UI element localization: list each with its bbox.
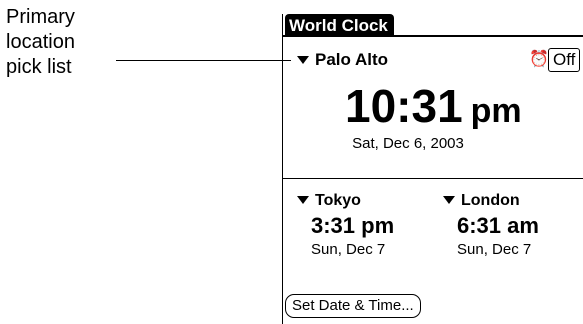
dropdown-triangle-icon xyxy=(297,195,309,204)
divider xyxy=(283,178,583,179)
secondary-time: 6:31 am xyxy=(457,213,539,238)
app-title: World Clock xyxy=(285,14,394,37)
primary-location-pick-list[interactable]: Palo Alto xyxy=(297,49,388,71)
primary-ampm: pm xyxy=(470,92,522,130)
dropdown-triangle-icon xyxy=(297,55,309,64)
callout-leader-line xyxy=(116,60,291,61)
primary-time-value: 10:31 xyxy=(345,80,463,132)
secondary-time: 3:31 pm xyxy=(311,213,395,238)
title-rule xyxy=(283,35,583,37)
callout-line: pick list xyxy=(6,56,72,78)
callout-line: location xyxy=(6,31,75,53)
primary-city-label: Palo Alto xyxy=(315,50,389,69)
world-clock-screen: World Clock Palo Alto ⏰ Off 10:31 pm Sat,… xyxy=(282,14,583,324)
secondary-location-tokyo: Tokyo 3:31 pm Sun, Dec 7 xyxy=(297,190,394,260)
dropdown-triangle-icon xyxy=(443,195,455,204)
secondary-date: Sun, Dec 7 xyxy=(311,241,386,258)
title-bar: World Clock xyxy=(283,14,583,37)
set-date-time-button[interactable]: Set Date & Time... xyxy=(285,294,421,318)
callout-line: Primary xyxy=(6,6,75,28)
primary-time: 10:31 pm xyxy=(345,80,522,132)
alarm-clock-icon: ⏰ xyxy=(529,51,549,68)
secondary-city-label: London xyxy=(461,192,520,209)
alarm-toggle[interactable]: Off xyxy=(548,48,581,72)
secondary-location-london: London 6:31 am Sun, Dec 7 xyxy=(443,190,539,260)
secondary-date: Sun, Dec 7 xyxy=(457,241,532,258)
secondary-location-pick-list[interactable]: London xyxy=(443,190,539,212)
secondary-location-pick-list[interactable]: Tokyo xyxy=(297,190,394,212)
primary-date: Sat, Dec 6, 2003 xyxy=(352,135,464,152)
callout-label: Primary location pick list xyxy=(6,5,75,80)
secondary-city-label: Tokyo xyxy=(315,192,361,209)
